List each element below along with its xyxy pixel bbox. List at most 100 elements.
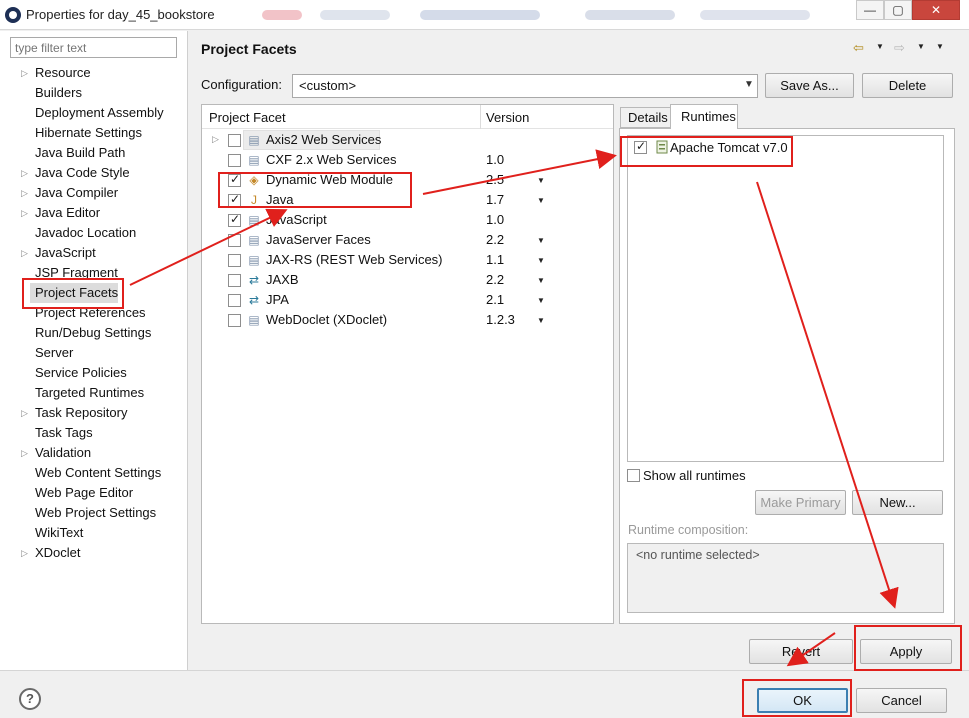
facet-checkbox[interactable]: [228, 314, 241, 327]
back-arrow-icon[interactable]: ⇦: [853, 40, 864, 56]
expand-arrow-icon[interactable]: ▷: [212, 134, 219, 145]
nav-item-builders[interactable]: Builders: [35, 83, 82, 103]
facet-checkbox[interactable]: [228, 212, 241, 227]
expand-arrow-icon[interactable]: ▷: [21, 243, 28, 263]
nav-item-targeted-runtimes[interactable]: Targeted Runtimes: [35, 383, 144, 403]
make-primary-button[interactable]: Make Primary: [755, 490, 846, 515]
nav-item-deployment-assembly[interactable]: Deployment Assembly: [35, 103, 164, 123]
arrows-icon: ⇄: [248, 273, 260, 287]
version-dropdown-icon[interactable]: ▼: [537, 236, 545, 245]
runtime-composition-value: <no runtime selected>: [636, 548, 760, 562]
nav-item-java-build-path[interactable]: Java Build Path: [35, 143, 125, 163]
blurred-region: [700, 10, 810, 20]
facet-checkbox[interactable]: [228, 134, 241, 147]
tab-details-label: Details: [628, 110, 668, 125]
nav-item-resource[interactable]: Resource: [35, 63, 91, 83]
column-header-facet[interactable]: Project Facet: [209, 110, 286, 125]
facet-checkbox[interactable]: [228, 154, 241, 167]
facet-name[interactable]: WebDoclet (XDoclet): [266, 312, 387, 327]
forward-arrow-icon[interactable]: ⇨: [894, 40, 905, 56]
revert-button[interactable]: Revert: [749, 639, 853, 664]
nav-item-service-policies[interactable]: Service Policies: [35, 363, 127, 383]
restore-button[interactable]: ▢: [884, 0, 912, 20]
runtime-list: [627, 135, 944, 462]
version-dropdown-icon[interactable]: ▼: [537, 316, 545, 325]
page-icon: ▤: [248, 253, 260, 267]
nav-item-run-debug-settings[interactable]: Run/Debug Settings: [35, 323, 151, 343]
configuration-select[interactable]: <custom>: [292, 74, 758, 98]
nav-item-web-content-settings[interactable]: Web Content Settings: [35, 463, 161, 483]
facet-name[interactable]: JAXB: [266, 272, 299, 287]
expand-arrow-icon[interactable]: ▷: [21, 443, 28, 463]
nav-item-javascript[interactable]: JavaScript: [35, 243, 96, 263]
nav-item-server[interactable]: Server: [35, 343, 73, 363]
facet-version[interactable]: 1.2.3: [486, 312, 515, 327]
tab-runtimes-label: Runtimes: [681, 109, 736, 124]
nav-item-task-tags[interactable]: Task Tags: [35, 423, 93, 443]
facet-version[interactable]: 2.2: [486, 272, 504, 287]
minimize-button[interactable]: —: [856, 0, 884, 20]
facet-version: 1.0: [486, 212, 505, 227]
nav-item-java-code-style[interactable]: Java Code Style: [35, 163, 130, 183]
expand-arrow-icon[interactable]: ▷: [21, 63, 28, 83]
version-dropdown-icon[interactable]: ▼: [537, 256, 545, 265]
expand-arrow-icon[interactable]: ▷: [21, 543, 28, 563]
forward-menu-chevron-icon[interactable]: ▼: [917, 42, 925, 51]
window-title: Properties for day_45_bookstore: [26, 7, 215, 22]
help-icon[interactable]: ?: [19, 688, 41, 710]
page-icon: ▤: [248, 233, 260, 247]
expand-arrow-icon[interactable]: ▷: [21, 403, 28, 423]
facet-name[interactable]: JPA: [266, 292, 289, 307]
nav-item-xdoclet[interactable]: XDoclet: [35, 543, 81, 563]
version-dropdown-icon[interactable]: ▼: [537, 296, 545, 305]
nav-item-validation[interactable]: Validation: [35, 443, 91, 463]
show-all-runtimes-checkbox[interactable]: [627, 469, 640, 482]
tab-details[interactable]: Details: [620, 107, 671, 128]
annotation-box-project-facets: [22, 278, 124, 309]
cancel-button[interactable]: Cancel: [856, 688, 947, 713]
annotation-box-runtime: [620, 136, 793, 167]
facet-version[interactable]: 2.2: [486, 232, 504, 247]
new-runtime-button[interactable]: New...: [852, 490, 943, 515]
facet-checkbox[interactable]: [228, 274, 241, 287]
blurred-region: [585, 10, 675, 20]
nav-item-wikitext[interactable]: WikiText: [35, 523, 83, 543]
configuration-label: Configuration:: [201, 77, 282, 92]
nav-item-java-compiler[interactable]: Java Compiler: [35, 183, 118, 203]
column-header-version[interactable]: Version: [486, 110, 529, 125]
view-menu-icon[interactable]: ▼: [936, 42, 944, 51]
facet-checkbox[interactable]: [228, 294, 241, 307]
facet-name[interactable]: Axis2 Web Services: [266, 132, 381, 147]
blurred-region: [420, 10, 540, 20]
back-menu-chevron-icon[interactable]: ▼: [876, 42, 884, 51]
expand-arrow-icon[interactable]: ▷: [21, 183, 28, 203]
arrows-icon: ⇄: [248, 293, 260, 307]
facet-name[interactable]: JAX-RS (REST Web Services): [266, 252, 443, 267]
nav-item-task-repository[interactable]: Task Repository: [35, 403, 127, 423]
facet-name[interactable]: JavaServer Faces: [266, 232, 371, 247]
save-as-button[interactable]: Save As...: [765, 73, 854, 98]
expand-arrow-icon[interactable]: ▷: [21, 163, 28, 183]
facet-version[interactable]: 1.1: [486, 252, 504, 267]
nav-item-javadoc-location[interactable]: Javadoc Location: [35, 223, 136, 243]
close-button[interactable]: ✕: [912, 0, 960, 20]
facet-checkbox[interactable]: [228, 234, 241, 247]
facet-version[interactable]: 2.5: [486, 172, 504, 187]
filter-input[interactable]: [10, 37, 177, 58]
nav-item-web-page-editor[interactable]: Web Page Editor: [35, 483, 133, 503]
version-dropdown-icon[interactable]: ▼: [537, 196, 545, 205]
delete-button[interactable]: Delete: [862, 73, 953, 98]
nav-item-web-project-settings[interactable]: Web Project Settings: [35, 503, 156, 523]
show-all-runtimes-label: Show all runtimes: [643, 468, 746, 483]
nav-item-java-editor[interactable]: Java Editor: [35, 203, 100, 223]
version-dropdown-icon[interactable]: ▼: [537, 276, 545, 285]
version-dropdown-icon[interactable]: ▼: [537, 176, 545, 185]
facet-name[interactable]: CXF 2.x Web Services: [266, 152, 397, 167]
tab-runtimes[interactable]: Runtimes: [670, 104, 738, 129]
facet-version[interactable]: 2.1: [486, 292, 504, 307]
facet-version[interactable]: 1.7: [486, 192, 504, 207]
facet-name[interactable]: JavaScript: [266, 212, 327, 227]
nav-item-hibernate-settings[interactable]: Hibernate Settings: [35, 123, 142, 143]
facet-checkbox[interactable]: [228, 254, 241, 267]
expand-arrow-icon[interactable]: ▷: [21, 203, 28, 223]
